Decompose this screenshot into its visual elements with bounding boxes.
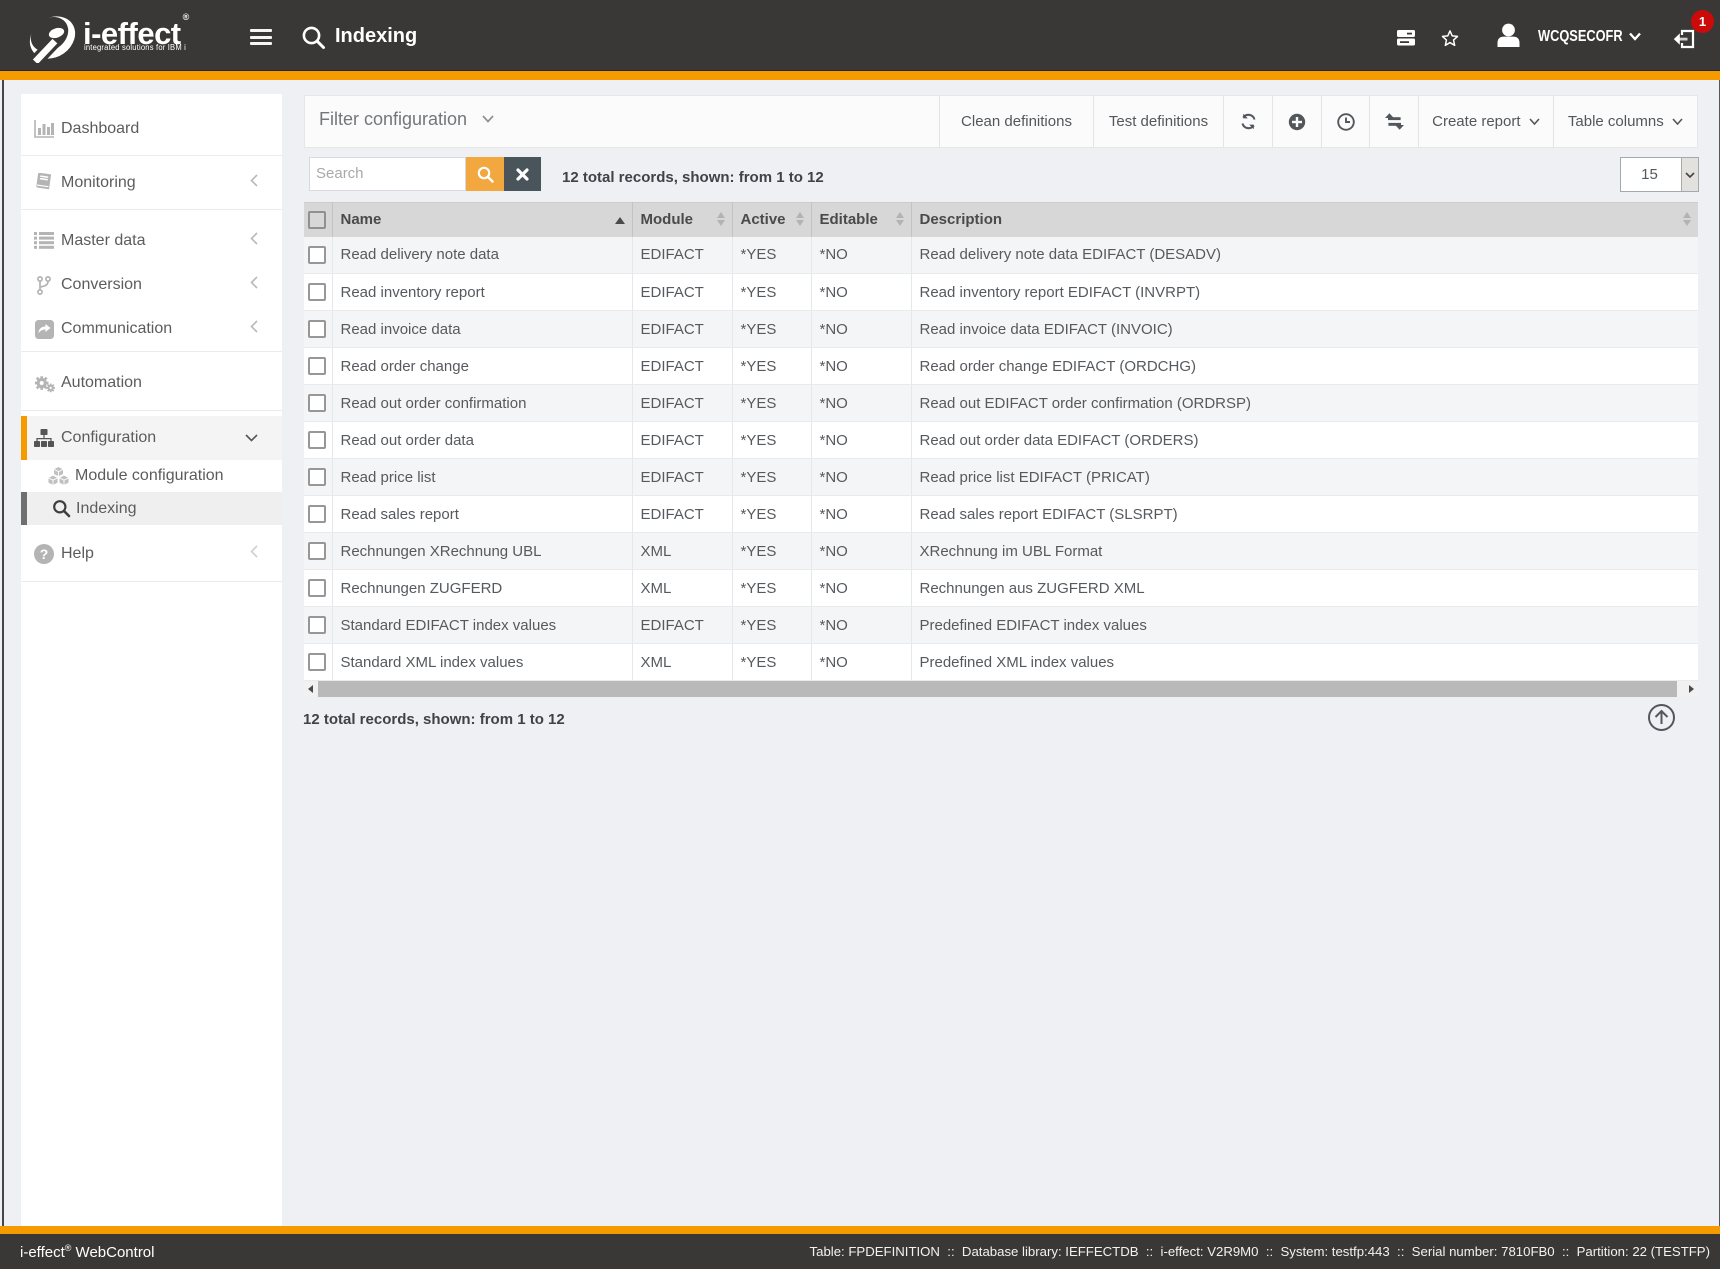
svg-text:?: ? <box>40 546 49 562</box>
